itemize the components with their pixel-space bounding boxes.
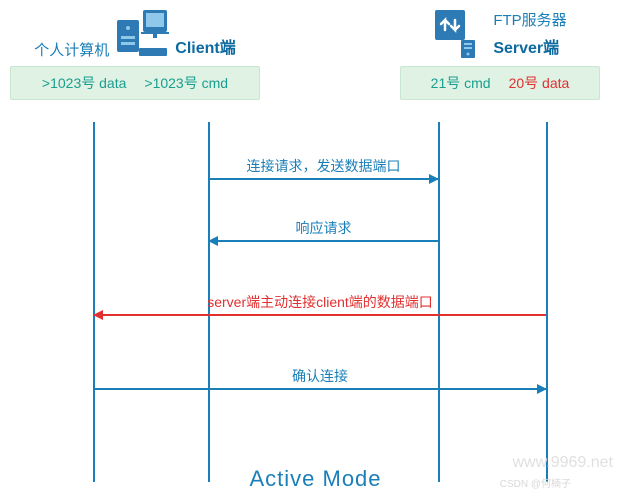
server-cmd-port: 21号 cmd <box>431 73 491 93</box>
arrow-connect-request: 连接请求，发送数据端口 <box>209 178 438 180</box>
client-data-port: >1023号 data <box>42 73 126 93</box>
arrow-label-2: 响应请求 <box>209 218 438 238</box>
server-ports: 21号 cmd 20号 data <box>400 66 600 100</box>
watermark-csdn: CSDN @何楠子 <box>500 475 571 490</box>
arrow-label-3: server端主动连接client端的数据端口 <box>94 292 546 312</box>
server-cn-label: FTP服务器 <box>493 9 566 30</box>
arrow-label-1: 连接请求，发送数据端口 <box>209 156 438 176</box>
client-ports: >1023号 data >1023号 cmd <box>10 66 260 100</box>
client-cn-label: 个人计算机 <box>34 39 109 60</box>
arrow-label-4: 确认连接 <box>94 366 546 386</box>
ftp-active-mode-diagram: 个人计算机 Client端 >1023号 data <box>0 0 631 500</box>
client-node: 个人计算机 Client端 >1023号 data <box>10 8 260 100</box>
server-data-port: 20号 data <box>509 73 570 93</box>
lifeline-server-data <box>546 122 548 482</box>
client-role-label: Client端 <box>175 34 235 58</box>
arrow-response: 响应请求 <box>209 240 438 242</box>
server-node: FTP服务器 Server端 21号 cmd 20号 data <box>400 8 600 100</box>
server-header: FTP服务器 Server端 <box>433 8 566 60</box>
server-icon <box>433 8 487 60</box>
server-role-label: Server端 <box>493 34 559 58</box>
client-header: 个人计算机 Client端 <box>34 8 235 60</box>
arrow-server-connect-data: server端主动连接client端的数据端口 <box>94 314 546 316</box>
client-cmd-port: >1023号 cmd <box>144 73 228 93</box>
computer-icon <box>115 8 169 60</box>
arrow-confirm-connection: 确认连接 <box>94 388 546 390</box>
watermark-url: www.9969.net <box>512 454 613 472</box>
